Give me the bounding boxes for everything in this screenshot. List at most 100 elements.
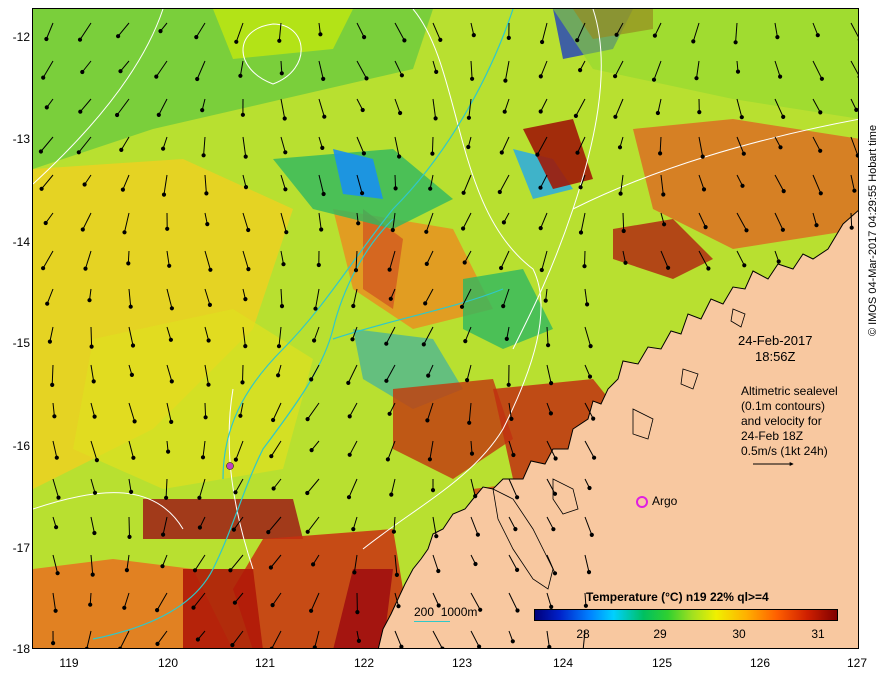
velocity-vector-head [515,608,520,613]
argo-label: Argo [652,494,678,508]
argo-float-marker-2[interactable] [226,462,234,470]
velocity-vector-head [271,486,276,491]
velocity-vector-head [552,491,558,496]
velocity-vector-head [44,105,49,110]
velocity-vector-head [346,495,352,500]
depth-key-200: 200 [414,605,435,619]
velocity-vector-head [231,527,236,532]
lat-label-16: -16 [12,439,30,453]
velocity-vector-head [165,226,170,231]
velocity-vector-head [44,36,49,42]
velocity-vector-head [195,76,200,82]
velocity-vector-head [155,641,160,647]
velocity-vector-head [578,230,584,235]
velocity-vector-head [539,267,544,273]
velocity-vector-head [161,532,166,537]
velocity-vector [204,402,207,418]
velocity-vector [622,212,625,232]
velocity-vector-head [126,261,131,266]
lon-label-123: 123 [451,656,473,670]
velocity-vector-head [501,220,506,225]
velocity-vector-head [161,146,166,151]
velocity-vector-head [425,418,430,423]
lat-label-12: -12 [12,30,30,44]
velocity-vector-head [781,189,786,194]
velocity-vector-head [857,38,858,41]
velocity-vector-head [583,603,589,608]
velocity-vector-head [246,227,251,233]
velocity-vector-head [614,32,619,37]
velocity-vector-head [169,306,174,311]
velocity-vector-head [160,564,165,569]
velocity-vector-head [88,602,93,607]
velocity-vector-head [540,39,545,45]
velocity-vector-head [305,490,310,496]
velocity-vector-head [312,338,317,343]
velocity-vector-head [735,69,741,74]
velocity-vector-head [399,644,404,648]
velocity-vector-head [39,186,44,191]
lat-label-15: -15 [12,336,30,350]
lat-label-14: -14 [12,235,30,249]
velocity-vector-head [80,69,85,75]
velocity-vector-head [89,344,94,349]
velocity-vector-head [270,603,275,608]
velocity-vector-head [573,113,579,119]
velocity-vector-head [362,35,367,40]
velocity-vector-head [346,380,351,385]
velocity-vector-head [119,147,124,152]
velocity-vector-head [54,525,59,530]
velocity-vector-head [434,534,439,539]
velocity-vector-head [283,187,288,192]
colorbar-tick-28: 28 [576,627,590,641]
velocity-vector-head [473,561,478,567]
velocity-vector-head [515,567,520,573]
depth-key-1000: 1000m [440,605,478,619]
velocity-vector-head [473,494,478,499]
velocity-vector-head [322,114,327,119]
velocity-vector-head [430,488,436,493]
velocity-vector-head [578,185,583,190]
velocity-vector-head [703,225,708,230]
velocity-vector-head [243,344,248,349]
colorbar-tick-29: 29 [653,627,667,641]
velocity-vector-head [700,154,705,159]
velocity-vector-head [423,301,428,306]
velocity-vector-head [228,568,233,573]
velocity-vector-head [391,529,396,534]
velocity-vector-head [426,373,431,378]
velocity-vector-head [818,191,823,196]
velocity-vector-head [51,641,56,646]
velocity-vector-head [854,107,858,112]
velocity-vector-head [38,149,44,154]
image-date: 24-Feb-2017 [738,333,813,348]
velocity-vector-head [501,304,506,309]
velocity-vector-head [355,610,360,615]
velocity-vector-head [459,304,465,309]
velocity-vector-head [124,568,130,573]
altimetry-note: Altimetric sealevel (0.1m contours) and … [741,384,838,459]
velocity-vector-head [200,108,205,113]
lon-label-124: 124 [552,656,574,670]
velocity-vector-head [238,413,243,418]
velocity-vector-head [276,344,282,349]
velocity-vector-head [553,456,558,461]
velocity-vector-head [549,381,554,386]
velocity-vector-head [694,76,699,81]
velocity-vector-head [510,639,515,644]
velocity-vector-head [387,267,392,272]
velocity-vector-head [194,35,199,40]
velocity-vector-head [575,150,580,155]
altimetry-line-5: 0.5m/s (1kt 24h) [741,444,828,458]
velocity-vector-head [701,187,707,192]
velocity-vector-head [54,455,59,460]
velocity-vector-head [55,571,60,576]
velocity-vector-head [535,152,540,157]
velocity-vector-head [156,112,161,118]
velocity-vector-head [618,191,623,196]
velocity-vector-head [206,338,211,343]
velocity-vector-head [547,644,552,648]
velocity-vector-head [132,419,137,424]
velocity-vector-head [238,73,243,78]
velocity-vector-head [551,527,556,532]
